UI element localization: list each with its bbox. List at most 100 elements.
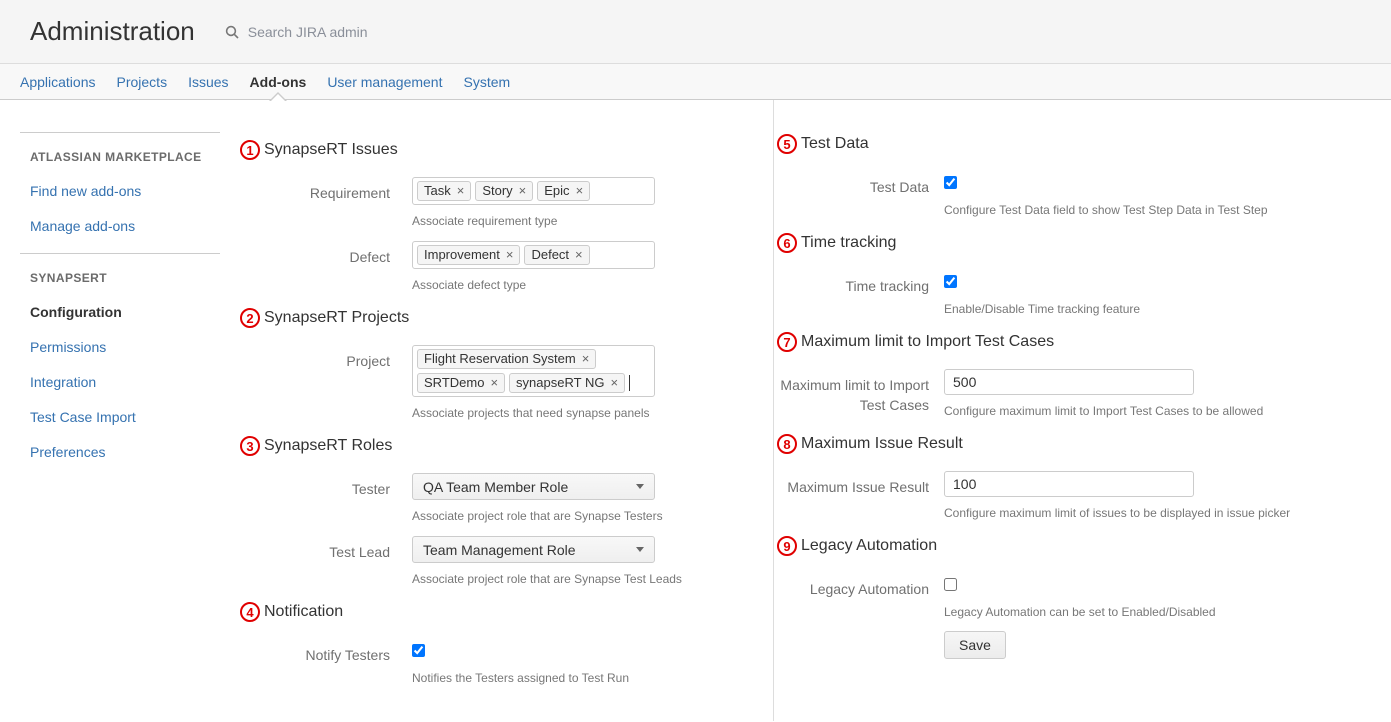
legacy-automation-checkbox[interactable] (944, 578, 957, 591)
save-button[interactable]: Save (944, 631, 1006, 659)
time-tracking-help-text: Enable/Disable Time tracking feature (944, 302, 1361, 316)
sidebar-divider (20, 253, 220, 254)
test-lead-role-selected-value: Team Management Role (423, 542, 576, 558)
section-number-badge: 5 (777, 134, 797, 154)
remove-tag-icon[interactable]: × (576, 183, 584, 198)
section-title: SynapseRT Projects (264, 309, 409, 327)
nav-tab-user-management[interactable]: User management (327, 74, 442, 90)
section-synapsert-roles: 3 SynapseRT Roles Tester QA Team Member … (240, 436, 743, 586)
max-issue-result-field: Maximum Issue Result Configure maximum l… (777, 471, 1361, 520)
time-tracking-field: Time tracking Enable/Disable Time tracki… (777, 270, 1361, 316)
chevron-down-icon (636, 547, 644, 552)
test-lead-role-select[interactable]: Team Management Role (412, 536, 655, 563)
remove-tag-icon[interactable]: × (519, 183, 527, 198)
tester-role-selected-value: QA Team Member Role (423, 479, 568, 495)
section-number-badge: 7 (777, 332, 797, 352)
tag-label: Story (482, 183, 512, 198)
tag-label: Defect (531, 247, 569, 262)
section-title: SynapseRT Roles (264, 437, 392, 455)
notify-testers-label: Notify Testers (240, 639, 412, 685)
nav-tab-issues[interactable]: Issues (188, 74, 228, 90)
defect-tag-input[interactable]: Improvement× Defect× (412, 241, 655, 269)
max-issue-result-help-text: Configure maximum limit of issues to be … (944, 506, 1361, 520)
requirement-field: Requirement Task× Story× Epic× Associate… (240, 177, 743, 228)
section-heading: 5 Test Data (777, 134, 1361, 154)
configuration-content: 1 SynapseRT Issues Requirement Task× Sto… (240, 100, 1391, 721)
project-tag-input[interactable]: Flight Reservation System × SRTDemo × syna… (412, 345, 655, 397)
time-tracking-checkbox[interactable] (944, 275, 957, 288)
tag-defect: Defect × (524, 245, 589, 265)
notify-testers-help-text: Notifies the Testers assigned to Test Ru… (412, 671, 743, 685)
section-number-badge: 3 (240, 436, 260, 456)
section-title: Test Data (801, 135, 869, 153)
sidebar-item-test-case-import[interactable]: Test Case Import (30, 409, 220, 425)
tag-label: synapseRT NG (516, 375, 604, 390)
tag-label: Epic (544, 183, 569, 198)
tester-label: Tester (240, 473, 412, 523)
test-data-label: Test Data (777, 171, 944, 217)
section-heading: 8 Maximum Issue Result (777, 434, 1361, 454)
test-data-field: Test Data Configure Test Data field to s… (777, 171, 1361, 217)
project-field: Project Flight Reservation System× SRTDe… (240, 345, 743, 420)
remove-tag-icon[interactable]: × (610, 375, 618, 390)
section-title: Time tracking (801, 234, 896, 252)
section-number-badge: 8 (777, 434, 797, 454)
remove-tag-icon[interactable]: × (457, 183, 465, 198)
nav-tab-add-ons[interactable]: Add-ons (250, 74, 307, 90)
remove-tag-icon[interactable]: × (582, 351, 590, 366)
nav-tab-projects[interactable]: Projects (117, 74, 168, 90)
legacy-automation-field: Legacy Automation Legacy Automation can … (777, 573, 1361, 659)
test-lead-help-text: Associate project role that are Synapse … (412, 572, 743, 586)
defect-help-text: Associate defect type (412, 278, 743, 292)
notify-testers-field: Notify Testers Notifies the Testers assi… (240, 639, 743, 685)
remove-tag-icon[interactable]: × (575, 247, 583, 262)
tag-flight-reservation-system: Flight Reservation System × (417, 349, 596, 369)
section-title: Maximum Issue Result (801, 435, 963, 453)
max-issue-result-input[interactable] (944, 471, 1194, 497)
section-number-badge: 6 (777, 233, 797, 253)
sidebar-heading-synapsert: SYNAPSERT (30, 271, 220, 285)
tag-label: Flight Reservation System (424, 351, 576, 366)
section-max-import-limit: 7 Maximum limit to Import Test Cases Max… (777, 332, 1361, 418)
sidebar-item-permissions[interactable]: Permissions (30, 339, 220, 355)
nav-tab-applications[interactable]: Applications (20, 74, 96, 90)
remove-tag-icon[interactable]: × (490, 375, 498, 390)
requirement-tag-input[interactable]: Task× Story × Epic × (412, 177, 655, 205)
config-column-right: 5 Test Data Test Data Configure Test Dat… (773, 100, 1391, 721)
section-heading: 1 SynapseRT Issues (240, 140, 743, 160)
section-title: Maximum limit to Import Test Cases (801, 333, 1054, 351)
section-heading: 9 Legacy Automation (777, 536, 1361, 556)
section-synapsert-projects: 2 SynapseRT Projects Project Flight Rese… (240, 308, 743, 420)
section-legacy-automation: 9 Legacy Automation Legacy Automation Le… (777, 536, 1361, 659)
text-cursor (629, 375, 630, 391)
tag-task: Task× (417, 181, 471, 201)
search-input[interactable] (246, 23, 466, 41)
sidebar-item-find-new-add-ons[interactable]: Find new add-ons (30, 183, 220, 199)
chevron-down-icon (636, 484, 644, 489)
sidebar-divider (20, 132, 220, 133)
sidebar-item-configuration[interactable]: Configuration (30, 304, 220, 320)
sidebar-item-manage-add-ons[interactable]: Manage add-ons (30, 218, 220, 234)
nav-tab-system[interactable]: System (463, 74, 510, 90)
max-issue-result-label: Maximum Issue Result (777, 471, 944, 520)
tester-help-text: Associate project role that are Synapse … (412, 509, 743, 523)
section-test-data: 5 Test Data Test Data Configure Test Dat… (777, 134, 1361, 217)
defect-field: Defect Improvement× Defect× Associate de… (240, 241, 743, 292)
max-import-limit-input[interactable] (944, 369, 1194, 395)
remove-tag-icon[interactable]: × (506, 247, 514, 262)
tester-role-select[interactable]: QA Team Member Role (412, 473, 655, 500)
sidebar-item-preferences[interactable]: Preferences (30, 444, 220, 460)
search-icon (225, 25, 239, 39)
tag-label: SRTDemo (424, 375, 484, 390)
section-title: Notification (264, 603, 343, 621)
section-heading: 7 Maximum limit to Import Test Cases (777, 332, 1361, 352)
test-data-checkbox[interactable] (944, 176, 957, 189)
notify-testers-checkbox[interactable] (412, 644, 425, 657)
section-heading: 3 SynapseRT Roles (240, 436, 743, 456)
section-title: SynapseRT Issues (264, 141, 398, 159)
section-number-badge: 2 (240, 308, 260, 328)
requirement-help-text: Associate requirement type (412, 214, 743, 228)
test-data-help-text: Configure Test Data field to show Test S… (944, 203, 1361, 217)
section-max-issue-result: 8 Maximum Issue Result Maximum Issue Res… (777, 434, 1361, 520)
sidebar-item-integration[interactable]: Integration (30, 374, 220, 390)
